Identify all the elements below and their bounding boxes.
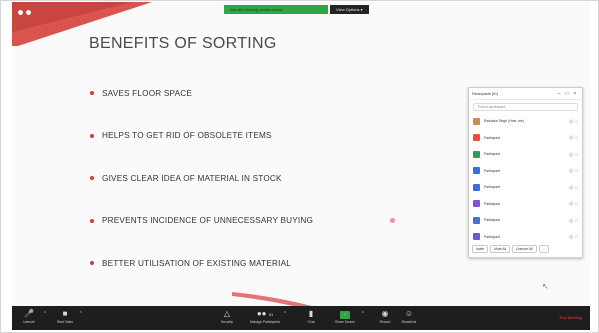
participant-name: Participant (484, 168, 501, 173)
chat-icon: ▮ (308, 309, 314, 318)
bullet-icon (90, 218, 94, 223)
invite-button[interactable]: Invite (472, 245, 489, 253)
avatar (473, 167, 480, 175)
laser-pointer-dot (390, 218, 395, 223)
participant-count: 51 (268, 312, 274, 317)
video-off-icon: □ (575, 168, 578, 174)
record-icon: ◉ (381, 309, 389, 318)
participants-title: Participants (51) (472, 91, 499, 96)
reactions-button[interactable]: ☺ Reactions (396, 308, 422, 324)
bullet-icon (90, 176, 94, 180)
chevron-up-icon[interactable]: ^ (80, 311, 82, 317)
participants-panel: Participants (51) – □ × Find a participa… (468, 87, 583, 258)
chevron-up-icon[interactable]: ^ (362, 311, 364, 317)
participant-name: Participant (484, 234, 501, 239)
participant-row[interactable]: Participant ⚪ □ (469, 163, 582, 180)
end-meeting-button[interactable]: End Meeting (555, 313, 586, 322)
video-off-icon: □ (575, 201, 578, 207)
bullet-item: PREVENTS INCIDENCE OF UNNECESSARY BUYING (90, 214, 313, 228)
avatar (473, 216, 480, 224)
share-banner: You are viewing screen share View Option… (224, 4, 369, 15)
video-off-icon: ■ (62, 309, 68, 318)
more-button[interactable]: ... (538, 245, 550, 253)
smiley-icon: ☺ (404, 309, 414, 318)
avatar (473, 183, 480, 191)
mouse-cursor-icon: ↖ (542, 282, 549, 291)
participants-icon: ●● 51 (256, 309, 274, 318)
minimize-icon[interactable]: – (555, 91, 563, 97)
mic-icon: ⚪ (568, 135, 574, 141)
avatar (473, 117, 480, 125)
bullet-item: BETTER UTILISATION OF EXISTING MATERIAL (90, 256, 313, 270)
video-off-icon: □ (575, 234, 578, 240)
microphone-muted-icon: 🎤 (24, 309, 34, 318)
slide-bullets: SAVES FLOOR SPACE HELPS TO GET RID OF OB… (90, 86, 313, 299)
close-icon[interactable]: × (571, 91, 579, 97)
participant-name: Ravindra Singh (Host, me) (484, 119, 524, 124)
participant-name: Participant (484, 135, 501, 140)
participant-row[interactable]: Participant ⚪ □ (469, 130, 582, 147)
mic-muted-icon: ⚪ (568, 201, 574, 207)
video-off-icon: □ (575, 135, 578, 141)
participant-row[interactable]: Participant ⚪ □ (469, 146, 582, 163)
participant-row[interactable]: Participant ⚪ □ (469, 196, 582, 213)
avatar (473, 233, 480, 241)
video-off-icon: □ (575, 184, 578, 190)
mic-muted-icon: ⚪ (568, 151, 574, 157)
avatar (473, 150, 480, 158)
bullet-item: GIVES CLEAR IDEA OF MATERIAL IN STOCK (90, 171, 313, 185)
avatar (473, 134, 480, 142)
bullet-icon (90, 91, 94, 95)
window-dots (18, 10, 31, 15)
slide-title: BENEFITS OF SORTING (89, 35, 277, 52)
zoom-window: You are viewing screen share View Option… (12, 2, 590, 330)
meeting-toolbar: 🎤 Unmute ^ ■ Start Video ^ △ Security ●●… (12, 306, 590, 330)
bullet-icon (90, 261, 94, 265)
participants-footer: Invite Mute All Unmute All ... (472, 245, 579, 253)
participant-row[interactable]: Participant ⚪ □ (469, 212, 582, 229)
mute-all-button[interactable]: Mute All (490, 245, 511, 253)
unmute-all-button[interactable]: Unmute All (512, 245, 537, 253)
chevron-up-icon[interactable]: ^ (284, 311, 286, 317)
bullet-icon (90, 133, 94, 138)
mic-muted-icon: ⚪ (568, 168, 574, 174)
participant-name: Participant (484, 218, 501, 223)
mic-muted-icon: ⚪ (568, 118, 574, 124)
chat-button[interactable]: ▮ Chat (298, 308, 324, 324)
avatar (473, 200, 480, 208)
share-status: You are viewing screen share (224, 5, 328, 14)
record-button[interactable]: ◉ Record (372, 308, 398, 324)
mic-muted-icon: ⚪ (568, 184, 574, 190)
participant-name: Participant (484, 201, 501, 206)
share-screen-button[interactable]: ↑ Share Screen ^ (330, 308, 364, 324)
mic-muted-icon: ⚪ (568, 217, 574, 223)
dot-icon (26, 10, 31, 15)
participants-header: Participants (51) – □ × (469, 88, 582, 100)
participant-search-input[interactable]: Find a participant (473, 103, 578, 111)
video-off-icon: □ (575, 151, 578, 157)
view-options-button[interactable]: View Options ▾ (330, 5, 369, 14)
shield-icon: △ (223, 309, 231, 318)
video-off-icon: □ (575, 118, 578, 124)
participant-row[interactable]: Participant ⚪ □ (469, 179, 582, 196)
dot-icon (18, 10, 23, 15)
maximize-icon[interactable]: □ (563, 91, 571, 97)
participant-row[interactable]: Ravindra Singh (Host, me) ⚪ □ (469, 113, 582, 130)
unmute-button[interactable]: 🎤 Unmute ^ (16, 308, 46, 324)
security-button[interactable]: △ Security (214, 308, 240, 324)
video-off-icon: □ (575, 217, 578, 223)
start-video-button[interactable]: ■ Start Video ^ (52, 308, 82, 324)
chevron-up-icon[interactable]: ^ (44, 311, 46, 317)
manage-participants-button[interactable]: ●● 51 Manage Participants ^ (248, 308, 286, 324)
bullet-item: HELPS TO GET RID OF OBSOLETE ITEMS (90, 129, 313, 143)
participant-name: Participant (484, 185, 501, 190)
participant-name: Participant (484, 152, 501, 157)
mic-muted-icon: ⚪ (568, 234, 574, 240)
participant-row[interactable]: Participant ⚪ □ (469, 229, 582, 246)
share-screen-icon: ↑ (340, 311, 350, 319)
bullet-item: SAVES FLOOR SPACE (90, 86, 313, 100)
